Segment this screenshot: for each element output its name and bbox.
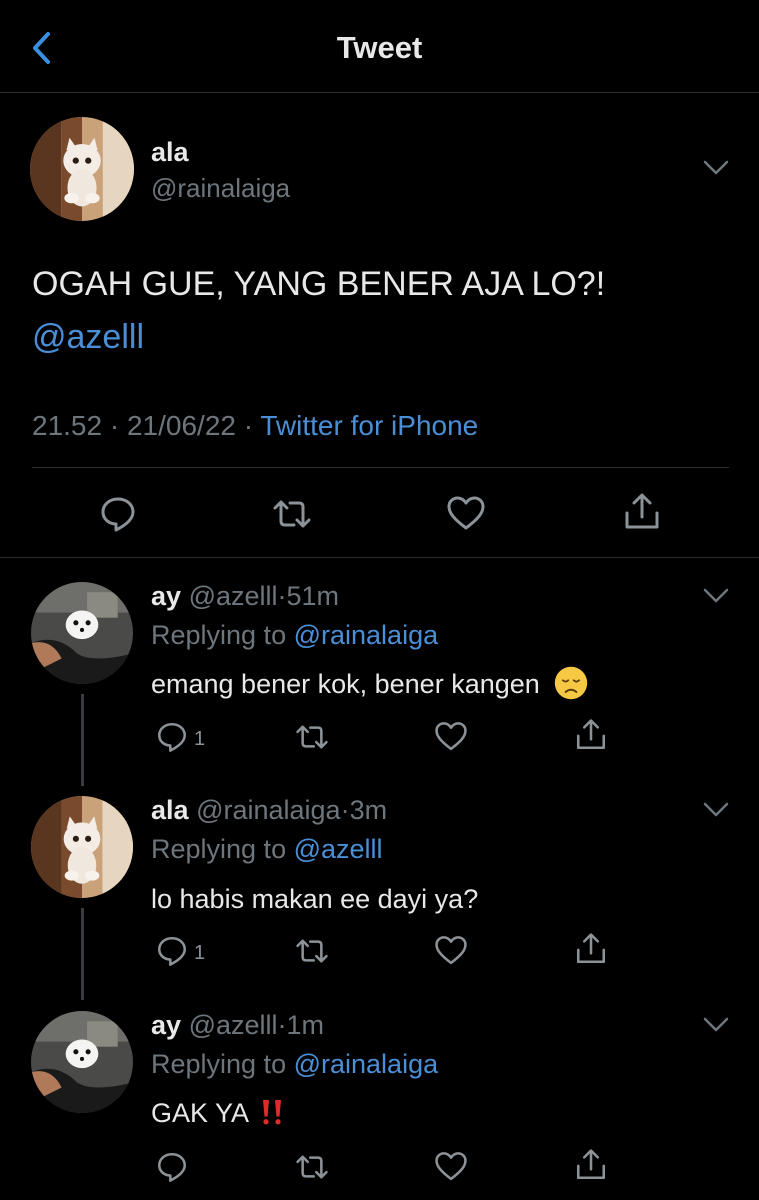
reply-count: 1 [194, 728, 206, 750]
meta-separator: · [243, 410, 254, 441]
replying-to: Replying to @rainalaiga [151, 620, 438, 651]
share-icon [574, 718, 608, 752]
reply-time: 51m [286, 581, 340, 611]
share-button[interactable] [574, 1148, 608, 1182]
author-handle[interactable]: @azelll [189, 1010, 278, 1040]
meta-separator: · [109, 410, 120, 441]
tweet-meta: 21.52 · 21/06/22 · Twitter for iPhone [32, 410, 478, 442]
replying-to: Replying to @rainalaiga [151, 1049, 438, 1080]
disappointed-face-emoji [553, 665, 589, 701]
reply-header: ay @azelll·51m [151, 581, 340, 611]
double-exclamation-emoji [257, 1097, 287, 1127]
reply-time: 3m [349, 795, 388, 825]
avatar[interactable] [31, 796, 133, 898]
author-handle[interactable]: @rainalaiga [151, 173, 290, 204]
replying-to: Replying to @azelll [151, 834, 383, 865]
share-icon [574, 932, 608, 966]
reply-button[interactable] [98, 494, 138, 534]
avatar-image [31, 796, 133, 898]
reply-count: 1 [194, 942, 206, 964]
reply-text-content: GAK YA [151, 1098, 248, 1128]
replying-to-link[interactable]: @rainalaiga [294, 1049, 439, 1079]
reply-text: GAK YA [151, 1098, 287, 1129]
replying-to-link[interactable]: @rainalaiga [294, 620, 439, 650]
like-icon [434, 1150, 468, 1184]
reply-text-content: emang bener kok, bener kangen [151, 669, 540, 699]
reply-icon [155, 934, 189, 968]
retweet-button[interactable] [295, 720, 329, 754]
share-icon [622, 492, 662, 532]
avatar[interactable] [30, 117, 134, 221]
like-button[interactable] [434, 934, 468, 968]
retweet-icon [272, 494, 312, 534]
tweet-time: 21.52 [32, 410, 103, 441]
share-icon [574, 1148, 608, 1182]
divider [0, 557, 759, 558]
reply-button[interactable] [155, 1150, 189, 1184]
reply-text: emang bener kok, bener kangen [151, 669, 589, 701]
author-name[interactable]: ay [151, 1010, 181, 1040]
reply-icon [155, 1150, 189, 1184]
retweet-icon [295, 1150, 329, 1184]
reply-button[interactable] [155, 720, 189, 754]
like-icon [434, 934, 468, 968]
thread-line [81, 694, 84, 786]
reply-text: lo habis makan ee dayi ya? [151, 884, 479, 914]
retweet-button[interactable] [272, 494, 312, 534]
author-handle[interactable]: @rainalaiga [196, 795, 341, 825]
tweet-date: 21/06/22 [126, 410, 236, 441]
thread-line [81, 908, 84, 1000]
like-button[interactable] [446, 494, 486, 534]
author-name[interactable]: ala [151, 137, 189, 168]
like-button[interactable] [434, 1150, 468, 1184]
reply-header: ala @rainalaiga·3m [151, 795, 388, 825]
share-button[interactable] [574, 932, 608, 966]
avatar-image [31, 582, 133, 684]
retweet-button[interactable] [295, 934, 329, 968]
share-button[interactable] [574, 718, 608, 752]
author-handle[interactable]: @azelll [189, 581, 278, 611]
divider [32, 467, 729, 468]
tweet-text: OGAH GUE, YANG BENER AJA LO?! [32, 265, 606, 303]
replying-label: Replying to [151, 620, 287, 650]
reply-icon [98, 494, 138, 534]
chevron-down-icon[interactable] [703, 588, 729, 604]
share-button[interactable] [622, 492, 662, 532]
chevron-down-icon[interactable] [703, 160, 729, 176]
avatar[interactable] [31, 1011, 133, 1113]
like-button[interactable] [434, 720, 468, 754]
like-icon [434, 720, 468, 754]
avatar-image [31, 1011, 133, 1113]
reply-icon [155, 720, 189, 754]
retweet-icon [295, 934, 329, 968]
top-bar: Tweet [0, 0, 759, 93]
author-name[interactable]: ay [151, 581, 181, 611]
like-icon [446, 494, 486, 534]
replying-to-link[interactable]: @azelll [294, 834, 383, 864]
page-title: Tweet [336, 30, 423, 65]
reply-time: 1m [286, 1010, 325, 1040]
chevron-down-icon[interactable] [703, 802, 729, 818]
author-name[interactable]: ala [151, 795, 189, 825]
replying-label: Replying to [151, 1049, 287, 1079]
reply-button[interactable] [155, 934, 189, 968]
replying-label: Replying to [151, 834, 287, 864]
tweet-mention-link[interactable]: @azelll [32, 318, 144, 357]
retweet-button[interactable] [295, 1150, 329, 1184]
tweet-source-link[interactable]: Twitter for iPhone [260, 410, 478, 441]
avatar[interactable] [31, 582, 133, 684]
chevron-down-icon[interactable] [703, 1017, 729, 1033]
avatar-image [30, 117, 134, 221]
retweet-icon [295, 720, 329, 754]
reply-header: ay @azelll·1m [151, 1010, 325, 1040]
